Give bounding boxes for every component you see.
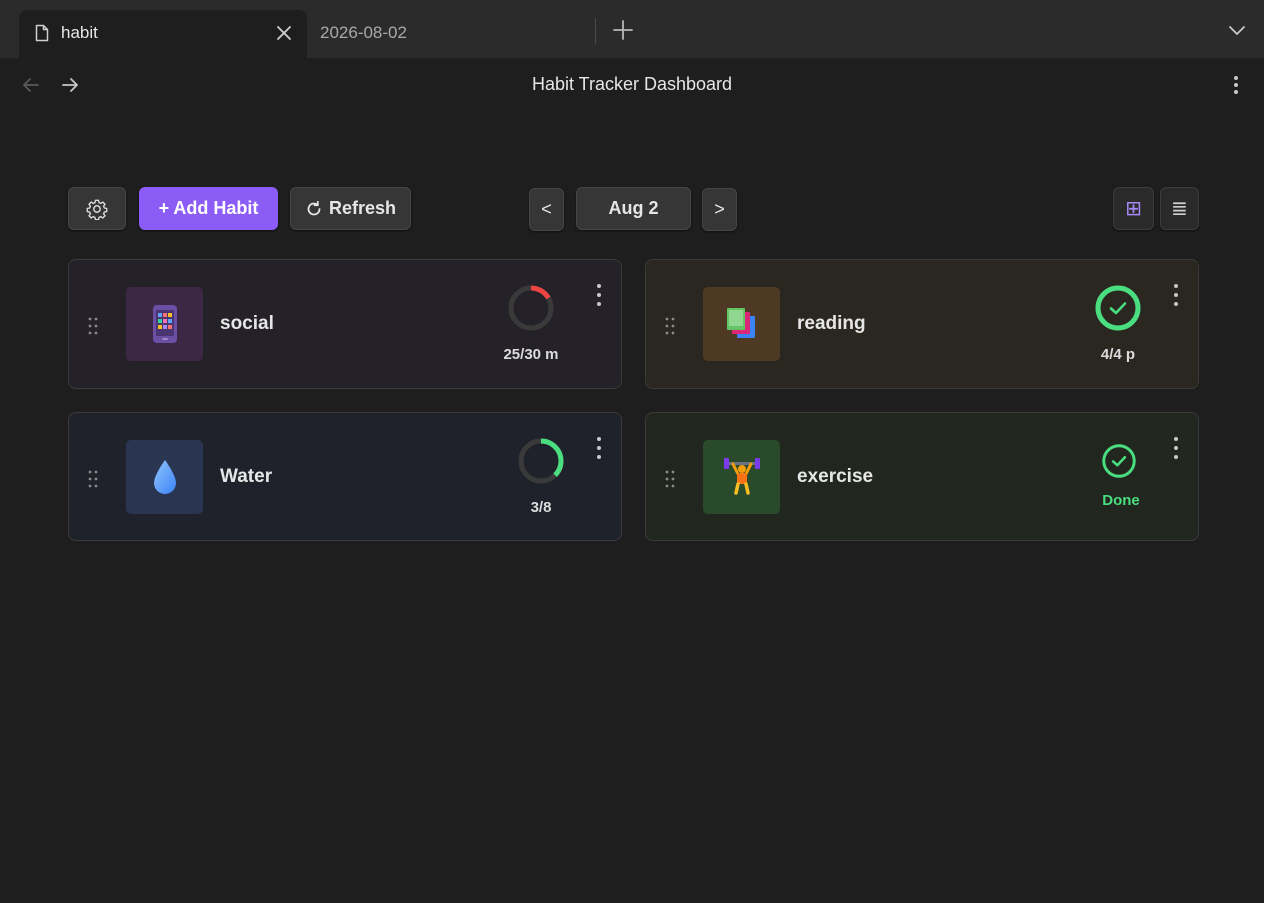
habit-icon-box — [126, 287, 203, 361]
drag-handle-icon[interactable] — [664, 469, 676, 489]
habit-card-water[interactable]: Water 3/8 — [68, 412, 622, 541]
grid-icon: ⊞ — [1125, 198, 1142, 220]
more-vertical-icon[interactable] — [590, 435, 608, 461]
previous-day-button[interactable]: < — [529, 188, 564, 231]
more-vertical-icon[interactable] — [1167, 282, 1185, 308]
gear-icon — [86, 199, 108, 220]
refresh-label: Refresh — [328, 198, 397, 218]
refresh-icon — [307, 200, 321, 215]
refresh-button[interactable]: Refresh — [290, 187, 411, 230]
progress-ring — [518, 438, 564, 484]
progress-ring — [1095, 285, 1141, 331]
progress-label: 4/4 p — [1100, 346, 1136, 363]
more-vertical-icon[interactable] — [1226, 74, 1246, 96]
list-icon: ≣ — [1171, 198, 1188, 220]
tab-title: 2026-08-02 — [320, 23, 407, 42]
habit-name: reading — [797, 313, 866, 334]
tab-bar: habit 2026-08-02 — [0, 0, 1264, 58]
more-vertical-icon[interactable] — [1167, 435, 1185, 461]
tab-divider — [595, 18, 596, 44]
add-habit-button[interactable]: + Add Habit — [139, 187, 278, 230]
habit-name: Water — [220, 466, 273, 487]
progress-label: 25/30 m — [503, 346, 559, 363]
habit-card-social[interactable]: social 25/30 m — [68, 259, 622, 389]
list-view-button[interactable]: ≣ — [1160, 187, 1199, 230]
settings-button[interactable] — [68, 187, 126, 230]
status-label: Done — [1102, 492, 1140, 509]
weightlifter-icon — [723, 458, 760, 495]
drag-handle-icon[interactable] — [87, 469, 99, 489]
next-day-button[interactable]: > — [702, 188, 737, 231]
grid-view-button[interactable]: ⊞ — [1113, 187, 1154, 230]
habit-icon-box — [703, 440, 780, 514]
drag-handle-icon[interactable] — [664, 316, 676, 336]
tab-2026-08-02[interactable]: 2026-08-02 — [307, 10, 595, 54]
habit-card-exercise[interactable]: exercise Done — [645, 412, 1199, 541]
tab-habit[interactable]: habit — [19, 10, 307, 58]
drag-handle-icon[interactable] — [87, 316, 99, 336]
close-icon[interactable] — [274, 23, 294, 43]
chevron-down-icon[interactable] — [1226, 20, 1248, 40]
date-display[interactable]: Aug 2 — [576, 187, 691, 230]
done-check-circle — [1102, 444, 1136, 478]
habit-icon-box — [703, 287, 780, 361]
more-vertical-icon[interactable] — [590, 282, 608, 308]
plus-icon[interactable] — [611, 18, 635, 42]
books-icon — [726, 308, 755, 338]
check-icon — [1109, 302, 1127, 315]
progress-label: 3/8 — [530, 499, 552, 516]
habit-icon-box — [126, 440, 203, 514]
droplet-icon — [153, 460, 176, 494]
habit-name: exercise — [797, 466, 874, 487]
habit-name: social — [220, 313, 274, 334]
progress-ring — [508, 285, 554, 331]
habit-card-reading[interactable]: reading 4/4 p — [645, 259, 1199, 389]
mobile-phone-icon — [152, 305, 177, 343]
tab-title: habit — [61, 23, 98, 42]
document-icon — [35, 24, 49, 42]
check-icon — [1111, 455, 1127, 467]
view-title: Habit Tracker Dashboard — [531, 74, 733, 94]
